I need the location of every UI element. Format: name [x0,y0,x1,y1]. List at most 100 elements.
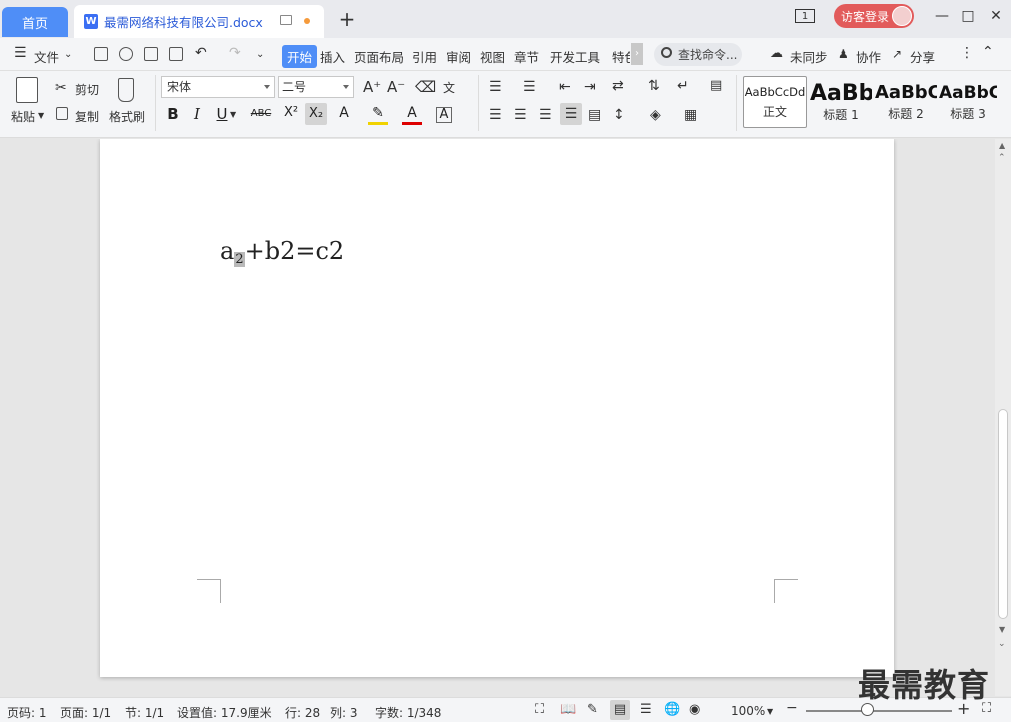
page-up-icon[interactable]: ⌃ [998,153,1006,163]
tab-developer[interactable]: 开发工具 [550,47,600,66]
new-tab-plus-icon[interactable]: + [336,7,358,31]
tab-document[interactable]: W 最需网络科技有限公司.docx [74,5,324,38]
close-icon[interactable]: ✕ [984,6,1008,26]
line-spacing-icon[interactable]: ↕ [613,107,625,123]
zoom-level-select[interactable]: 100% [731,704,765,718]
underline-dropdown-icon[interactable]: ▼ [230,110,236,119]
strikethrough-button[interactable]: ABC [247,108,275,119]
save-icon[interactable] [94,47,108,61]
borders-icon[interactable]: ▦ [684,107,697,123]
shading-icon[interactable]: ◈ [650,107,661,123]
zoom-dropdown-icon[interactable]: ▼ [767,707,773,716]
font-family-select[interactable]: 宋体 [161,76,275,98]
numbered-list-icon[interactable]: ☰ [523,79,536,95]
copy-button[interactable]: 复制 [75,108,99,125]
tab-special[interactable]: 特色 [612,47,630,66]
more-options-icon[interactable]: ⋮ [960,45,974,61]
increase-indent-icon[interactable]: ⇥ [584,79,596,95]
tab-view[interactable]: 视图 [480,47,505,66]
status-pages[interactable]: 页面: 1/1 [60,704,111,721]
menu-file[interactable]: 文件 [34,47,59,66]
command-search-input[interactable]: 查找命令... [654,43,742,66]
tab-home[interactable]: 首页 [2,7,68,37]
print-preview-icon[interactable] [169,47,183,61]
collapse-ribbon-icon[interactable]: ⌃ [982,44,994,60]
text-direction-icon[interactable]: ⇄ [612,78,624,94]
status-page-number[interactable]: 页码: 1 [7,704,47,721]
tab-layout[interactable]: 页面布局 [354,47,404,66]
bullet-list-icon[interactable]: ☰ [489,79,502,95]
tab-insert[interactable]: 插入 [320,47,345,66]
edit-mode-icon[interactable]: ✎ [587,702,598,717]
sync-status-button[interactable]: 未同步 [790,47,828,66]
bold-button[interactable]: B [163,105,183,123]
style-heading-1[interactable]: AaBb 标题 1 [809,76,873,128]
highlight-icon[interactable]: ✎ [368,105,388,125]
status-word-count[interactable]: 字数: 1/348 [375,704,441,721]
tab-references[interactable]: 引用 [412,47,437,66]
paste-icon[interactable] [16,77,38,103]
hamburger-icon[interactable]: ☰ [14,45,27,61]
tab-chapter[interactable]: 章节 [514,47,539,66]
quick-access-chevron-icon[interactable]: ⌄ [256,49,264,60]
align-left-icon[interactable]: ☰ [489,107,502,123]
eye-protection-icon[interactable]: ◉ [689,702,700,717]
style-heading-3[interactable]: AaBbC 标题 3 [939,76,997,128]
scroll-down-icon[interactable]: ▼ [999,625,1005,634]
paste-dropdown-icon[interactable]: ▼ [38,111,44,120]
cut-button[interactable]: 剪切 [75,81,99,98]
page-down-icon[interactable]: ⌄ [998,639,1006,649]
minimize-icon[interactable]: — [930,6,954,26]
underline-button[interactable]: U [212,105,232,123]
line-break-icon[interactable]: ↵ [677,78,689,94]
print-icon[interactable] [144,47,158,61]
style-heading-2[interactable]: AaBbC 标题 2 [874,76,938,128]
ruler-icon[interactable]: ▤ [710,78,722,93]
paste-button[interactable]: 粘贴 [11,108,35,125]
outline-view-icon[interactable]: ☰ [640,702,652,717]
collaborate-button[interactable]: 协作 [856,47,881,66]
scrollbar-thumb[interactable] [998,409,1008,619]
justify-icon[interactable]: ☰ [560,103,582,125]
zoom-slider-track[interactable] [806,710,952,712]
page-view-icon[interactable]: ▤ [610,700,630,720]
web-view-icon[interactable]: 🌐 [664,702,680,717]
focus-mode-icon[interactable]: ⛶ [535,702,544,717]
char-border-icon[interactable]: A [436,107,452,123]
monitor-icon[interactable] [280,15,292,25]
status-column[interactable]: 列: 3 [330,704,358,721]
status-setting-value[interactable]: 设置值: 17.9厘米 [177,704,272,721]
share-button[interactable]: 分享 [910,47,935,66]
italic-button[interactable]: I [187,105,207,123]
format-painter-button[interactable]: 格式刷 [109,108,145,125]
grow-font-icon[interactable]: A⁺ [363,78,381,96]
chevron-down-icon[interactable]: ⌄ [64,49,72,60]
font-color-icon[interactable]: A [402,105,422,125]
pinyin-guide-icon[interactable]: 文 [443,79,455,96]
redo-icon[interactable]: ↷ [229,45,241,61]
distribute-icon[interactable]: ▤ [588,107,601,123]
export-icon[interactable] [119,47,133,61]
sort-icon[interactable]: ⇅ [648,78,660,94]
align-right-icon[interactable]: ☰ [539,107,552,123]
window-count-badge[interactable]: 1 [795,9,815,23]
decrease-indent-icon[interactable]: ⇤ [559,79,571,95]
tab-start[interactable]: 开始 [282,45,318,68]
document-page[interactable]: a2+b2=c2 [100,139,894,677]
zoom-out-icon[interactable]: − [786,700,798,716]
document-body-text[interactable]: a2+b2=c2 [220,237,344,267]
undo-icon[interactable]: ↶ [195,45,207,61]
tab-review[interactable]: 审阅 [446,47,471,66]
scroll-up-icon[interactable]: ▲ [999,141,1005,150]
document-canvas[interactable]: a2+b2=c2 [0,139,995,696]
status-section[interactable]: 节: 1/1 [125,704,164,721]
read-mode-icon[interactable]: 📖 [560,702,576,717]
shrink-font-icon[interactable]: A⁻ [387,78,405,96]
tabs-scroll-right-icon[interactable]: › [631,43,643,65]
clear-format-icon[interactable]: ⌫ [415,78,436,96]
align-center-icon[interactable]: ☰ [514,107,527,123]
maximize-icon[interactable]: □ [956,6,980,26]
guest-login-button[interactable]: 访客登录 [834,4,914,28]
subscript-button[interactable]: X₂ [305,103,327,125]
status-row[interactable]: 行: 28 [285,704,320,721]
